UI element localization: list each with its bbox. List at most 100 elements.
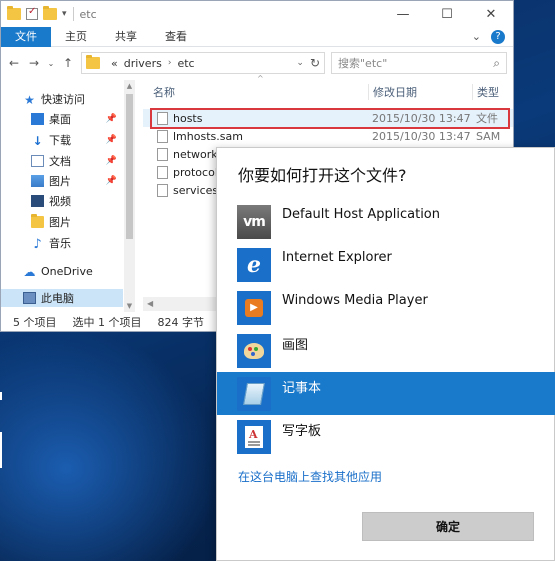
chevron-down-icon[interactable]: ⌄ (472, 30, 481, 43)
recent-locations-icon[interactable]: ⌄ (47, 59, 55, 68)
app-option-default-host[interactable]: vm Default Host Application (217, 200, 555, 243)
dialog-title: 你要如何打开这个文件? (238, 166, 407, 185)
paint-palette-icon (237, 333, 271, 368)
tab-share[interactable]: 共享 (101, 27, 151, 47)
address-bar[interactable]: « drivers › etc ⌄ ↻ (81, 52, 325, 74)
file-date: 2015/10/30 13:47 (372, 111, 471, 125)
back-arrow-icon[interactable]: ← (7, 56, 21, 70)
table-row[interactable]: hosts 2015/10/30 13:47 文件 (143, 109, 513, 127)
vm-icon: vm (237, 204, 271, 239)
app-option-paint[interactable]: 画图 (217, 329, 555, 372)
app-label: 写字板 (282, 424, 322, 439)
ribbon-right: ⌄ ? (472, 29, 513, 44)
scroll-left-icon[interactable]: ◀ (147, 299, 153, 308)
document-icon (31, 155, 44, 167)
desktop-icon (31, 113, 44, 125)
column-label: 名称 (153, 86, 175, 99)
file-icon (157, 111, 168, 125)
properties-icon[interactable] (26, 6, 38, 20)
new-folder-icon[interactable] (43, 6, 57, 20)
wordpad-icon (237, 419, 271, 454)
scroll-thumb[interactable] (126, 94, 133, 239)
column-headers: ^ 名称 修改日期 类型 (143, 74, 513, 104)
close-button[interactable]: ✕ (469, 1, 513, 27)
minimize-button[interactable]: — (381, 1, 425, 27)
maximize-button[interactable]: ☐ (425, 1, 469, 27)
pin-icon: 📌 (105, 135, 117, 145)
desktop-edge-mark (0, 392, 2, 400)
folder-icon (86, 55, 100, 69)
column-date-header[interactable]: 修改日期 (368, 84, 472, 100)
desktop-edge-mark (0, 432, 2, 468)
sidebar-item-desktop[interactable]: 桌面 📌 (1, 110, 123, 128)
app-option-notepad[interactable]: 记事本 (217, 372, 555, 415)
breadcrumb-overflow[interactable]: « (111, 57, 118, 70)
forward-arrow-icon[interactable]: → (27, 56, 41, 70)
app-label: Internet Explorer (282, 250, 392, 265)
sidebar-item-pictures-folder[interactable]: 图片 (1, 213, 123, 231)
up-arrow-icon[interactable]: ↑ (61, 56, 75, 70)
pictures-icon (31, 175, 44, 187)
sidebar-item-quick-access[interactable]: ★ 快速访问 (1, 90, 123, 108)
sidebar-item-label: 快速访问 (41, 93, 85, 106)
breadcrumb-chevron-icon[interactable]: › (168, 58, 172, 68)
sidebar-item-music[interactable]: ♪ 音乐 (1, 234, 123, 252)
cloud-icon: ☁ (23, 265, 36, 279)
app-option-internet-explorer[interactable]: e Internet Explorer (217, 243, 555, 286)
sidebar-item-onedrive[interactable]: ☁ OneDrive (1, 262, 123, 280)
address-dropdown-icon[interactable]: ⌄ (296, 58, 304, 68)
tab-file[interactable]: 文件 (1, 26, 51, 47)
sidebar-item-label: 文档 (49, 155, 71, 168)
sidebar-item-downloads[interactable]: ↓ 下载 📌 (1, 131, 123, 149)
file-name: hosts (173, 111, 203, 125)
sidebar-item-pictures[interactable]: 图片 📌 (1, 172, 123, 190)
app-label: 记事本 (282, 381, 322, 396)
breadcrumb-etc[interactable]: etc (177, 57, 194, 70)
search-input[interactable]: 搜索"etc" ⌕ (331, 52, 507, 74)
video-icon (31, 195, 44, 207)
tab-view[interactable]: 查看 (151, 27, 201, 47)
folder-icon (7, 6, 21, 20)
music-icon: ♪ (33, 237, 42, 252)
file-name: services (173, 183, 219, 197)
notepad-icon (237, 376, 271, 411)
sort-up-icon: ^ (257, 74, 264, 83)
find-more-apps-link[interactable]: 在这台电脑上查找其他应用 (238, 468, 382, 485)
computer-icon (23, 292, 36, 304)
media-player-icon: ▶ (237, 290, 271, 325)
app-option-wordpad[interactable]: 写字板 (217, 415, 555, 458)
pin-icon: 📌 (105, 114, 117, 124)
internet-explorer-icon: e (237, 247, 271, 282)
scroll-up-icon[interactable]: ▲ (124, 82, 135, 90)
sidebar-item-documents[interactable]: 文档 📌 (1, 152, 123, 170)
file-name: lmhosts.sam (173, 129, 243, 143)
navigation-pane: ★ 快速访问 桌面 📌 ↓ 下载 📌 文档 📌 图片 📌 视频 图片 ♪ 音乐 … (1, 80, 137, 312)
quick-access-dropdown-icon[interactable]: ▾ (62, 9, 67, 19)
sidebar-item-this-pc[interactable]: 此电脑 (1, 289, 123, 307)
file-type: 文件 (476, 112, 498, 125)
search-icon[interactable]: ⌕ (493, 56, 500, 71)
tab-home[interactable]: 主页 (51, 27, 101, 47)
star-icon: ★ (24, 93, 35, 107)
sidebar-item-videos[interactable]: 视频 (1, 192, 123, 210)
sidebar-item-label: 图片 (49, 175, 71, 188)
file-icon (157, 129, 168, 143)
window-title: etc (79, 7, 97, 21)
scroll-down-icon[interactable]: ▼ (124, 302, 135, 310)
refresh-icon[interactable]: ↻ (310, 56, 320, 70)
ok-button[interactable]: 确定 (362, 512, 534, 541)
app-label: Default Host Application (282, 207, 440, 222)
app-option-windows-media-player[interactable]: ▶ Windows Media Player (217, 286, 555, 329)
sidebar-item-label: 音乐 (49, 237, 71, 250)
title-separator (72, 7, 74, 21)
table-row[interactable]: lmhosts.sam 2015/10/30 13:47 SAM (143, 127, 513, 145)
help-icon[interactable]: ? (491, 29, 505, 44)
nav-scrollbar[interactable]: ▲ ▼ (124, 80, 135, 312)
app-label: 画图 (282, 338, 309, 353)
file-name: protocol (173, 165, 218, 179)
breadcrumb-drivers[interactable]: drivers (124, 57, 162, 70)
sidebar-item-label: 桌面 (49, 113, 71, 126)
column-name-header[interactable]: ^ 名称 (143, 74, 368, 100)
column-type-header[interactable]: 类型 (472, 84, 499, 100)
horizontal-scrollbar[interactable]: ◀ (143, 297, 219, 311)
